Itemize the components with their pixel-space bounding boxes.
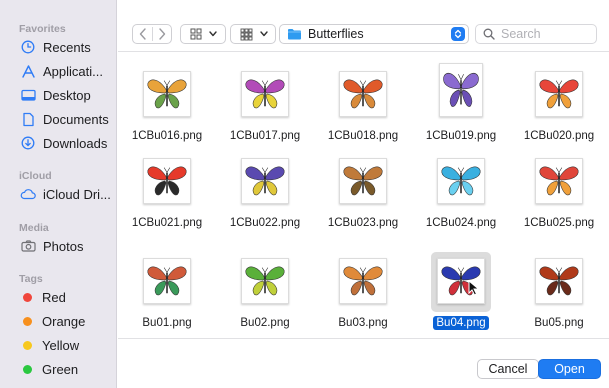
butterfly-image: [343, 266, 383, 296]
file-item[interactable]: Bu02.png: [216, 53, 314, 338]
favorites-header: Favorites: [19, 23, 66, 35]
tag-red-dot-icon: [23, 292, 32, 302]
sidebar-item-tag-red[interactable]: Red: [0, 286, 117, 308]
sidebar-item-label: Downloads: [43, 135, 108, 151]
sidebar-item-label: Yellow: [42, 337, 80, 353]
group-grid-icon: [240, 28, 253, 40]
cancel-button[interactable]: Cancel: [477, 359, 539, 379]
sidebar-item-label: Recents: [43, 39, 91, 55]
file-name-text: Bu02.png: [240, 317, 290, 329]
mouse-cursor-icon: [468, 279, 480, 296]
file-name: Bu03.png: [314, 317, 412, 329]
back-forward-group: [132, 24, 172, 44]
sidebar-item-label: Desktop: [43, 87, 91, 103]
tag-yellow-dot-icon: [23, 340, 32, 350]
forward-button[interactable]: [152, 25, 172, 43]
sidebar: Favorites Recents Applicati... Desktop D…: [0, 0, 117, 388]
updown-arrows-icon: [451, 27, 465, 41]
sidebar-item-label: Documents: [43, 111, 109, 127]
sidebar-item-downloads[interactable]: Downloads: [0, 132, 117, 154]
sidebar-item-documents[interactable]: Documents: [0, 108, 117, 130]
folder-icon: [288, 29, 301, 40]
file-thumbnail: [535, 258, 583, 304]
sidebar-item-label: Applicati...: [43, 63, 103, 79]
media-header: Media: [19, 222, 49, 234]
sidebar-item-icloud-drive[interactable]: iCloud Dri...: [0, 183, 117, 205]
document-icon: [19, 112, 37, 127]
sidebar-item-applications[interactable]: Applicati...: [0, 60, 117, 82]
view-mode-button[interactable]: [180, 24, 226, 44]
sidebar-item-tag-yellow[interactable]: Yellow: [0, 334, 117, 356]
search-icon: [483, 28, 495, 40]
tags-header: Tags: [19, 273, 43, 285]
download-icon: [19, 136, 37, 150]
desktop-icon: [19, 89, 37, 102]
back-button[interactable]: [133, 25, 153, 43]
file-item[interactable]: Bu04.png: [412, 53, 510, 338]
sidebar-item-label: Orange: [42, 313, 86, 329]
chevron-down-icon: [260, 31, 268, 37]
file-name: Bu01.png: [118, 317, 216, 329]
file-name: Bu04.png: [412, 316, 510, 330]
butterfly-image: [539, 266, 579, 296]
chevron-right-icon: [159, 28, 166, 40]
cloud-icon: [19, 188, 37, 200]
file-thumbnail: [241, 258, 289, 304]
group-button[interactable]: [230, 24, 276, 44]
bottom-bar: Cancel Open: [118, 338, 609, 388]
file-grid: 1CBu016.png 1CBu017.png 1CBu018.png 1CBu019…: [118, 53, 609, 338]
butterfly-image: [147, 266, 187, 296]
grid-icon: [190, 28, 202, 40]
sidebar-item-desktop[interactable]: Desktop: [0, 84, 117, 106]
camera-icon: [19, 240, 37, 252]
toolbar: Butterflies Search: [118, 0, 609, 52]
tag-orange-dot-icon: [23, 316, 32, 326]
sidebar-item-recents[interactable]: Recents: [0, 36, 117, 58]
clock-icon: [19, 40, 37, 54]
butterfly-image: [245, 266, 285, 296]
location-popup[interactable]: Butterflies: [279, 24, 469, 44]
file-item[interactable]: Bu03.png: [314, 53, 412, 338]
file-name-text: Bu01.png: [142, 317, 192, 329]
file-name-text: Bu04.png: [433, 316, 489, 330]
search-placeholder: Search: [501, 27, 541, 41]
file-name-text: Bu05.png: [534, 317, 584, 329]
file-name: Bu05.png: [510, 317, 608, 329]
file-thumbnail: [339, 258, 387, 304]
sidebar-item-label: Green: [42, 361, 79, 377]
applications-icon: [19, 64, 37, 79]
tag-green-dot-icon: [23, 364, 32, 374]
chevron-down-icon: [209, 31, 217, 37]
sidebar-item-tag-orange[interactable]: Orange: [0, 310, 117, 332]
sidebar-item-label: iCloud Dri...: [43, 186, 111, 202]
sidebar-item-label: Red: [42, 289, 66, 305]
location-label: Butterflies: [308, 27, 364, 41]
open-button[interactable]: Open: [538, 359, 601, 379]
sidebar-item-photos[interactable]: Photos: [0, 235, 117, 257]
file-thumbnail: [143, 258, 191, 304]
search-field[interactable]: Search: [475, 24, 597, 44]
chevron-left-icon: [139, 28, 146, 40]
file-item[interactable]: Bu05.png: [510, 53, 608, 338]
sidebar-item-tag-green[interactable]: Green: [0, 358, 117, 380]
sidebar-item-label: Photos: [43, 238, 84, 254]
file-name: Bu02.png: [216, 317, 314, 329]
file-item[interactable]: Bu01.png: [118, 53, 216, 338]
icloud-header: iCloud: [19, 170, 52, 182]
file-name-text: Bu03.png: [338, 317, 388, 329]
